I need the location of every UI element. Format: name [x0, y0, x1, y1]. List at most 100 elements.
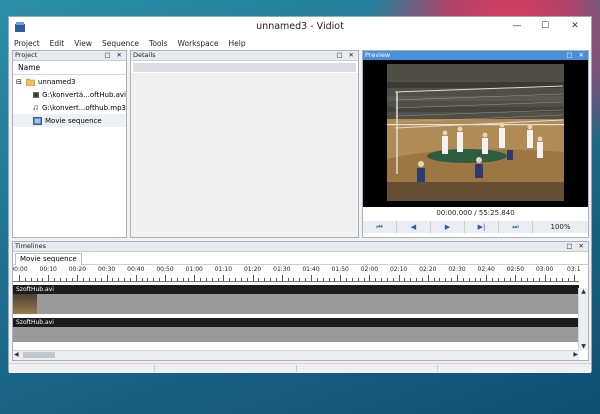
play-button[interactable]: ▶	[431, 221, 465, 233]
preview-panel-title: Preview	[365, 51, 391, 59]
menu-workspace[interactable]: Workspace	[173, 37, 224, 50]
step-forward-icon: ▶|	[477, 223, 486, 231]
step-back-icon: ◀	[410, 223, 417, 231]
video-frame	[387, 64, 564, 201]
tree-item-sequence[interactable]: Movie sequence	[13, 114, 126, 127]
menu-help[interactable]: Help	[224, 37, 251, 50]
timeline-horizontal-scrollbar[interactable]: ◀ ▶	[13, 350, 579, 360]
ruler-minor-tick	[170, 278, 172, 281]
timelines-panel-buttons[interactable]: □ ✕	[566, 242, 586, 251]
tab-movie-sequence[interactable]: Movie sequence	[15, 253, 82, 265]
ruler-major-tick	[311, 275, 312, 281]
ruler-label: 02:30	[448, 266, 466, 273]
ruler-label: 00:10	[39, 266, 57, 273]
collapse-icon[interactable]: ⊟	[16, 78, 26, 86]
scroll-up-icon[interactable]: ▲	[579, 288, 588, 295]
sequence-icon	[33, 116, 42, 125]
ruler-minor-tick	[71, 278, 73, 281]
ruler-label: 01:50	[331, 266, 349, 273]
ruler-minor-tick	[205, 278, 207, 281]
menu-edit[interactable]: Edit	[45, 37, 70, 50]
next-frame-button[interactable]: ▶|	[465, 221, 499, 233]
ruler-minor-tick	[141, 278, 143, 281]
timeline-vertical-scrollbar[interactable]: ▲ ▼	[578, 288, 588, 350]
ruler-minor-tick	[188, 278, 190, 281]
film-icon	[33, 91, 40, 98]
ruler-label: 02:20	[419, 266, 437, 273]
ruler-major-tick	[77, 275, 79, 281]
ruler-minor-tick	[509, 278, 511, 281]
video-clip-thumbnail	[13, 294, 37, 314]
video-canvas[interactable]	[363, 60, 588, 207]
details-panel-buttons[interactable]: □ ✕	[336, 51, 356, 60]
ruler-minor-tick	[532, 278, 534, 281]
ruler-label: 03:1	[567, 266, 581, 273]
ruler-minor-tick	[346, 278, 348, 281]
tree-item-label: G:\konvert...ofthub.mp3	[41, 103, 126, 112]
scroll-right-icon[interactable]: ▶	[573, 351, 578, 358]
ruler-major-tick	[457, 275, 458, 281]
scrollbar-thumb[interactable]	[23, 352, 55, 358]
ruler-minor-tick	[270, 278, 272, 281]
go-to-start-button[interactable]: ⏮	[363, 221, 397, 233]
tree-root-label: unnamed3	[38, 77, 76, 86]
ruler-minor-tick	[462, 278, 464, 281]
title-bar: unnamed3 - Vidiot — ☐ ✕	[9, 17, 591, 37]
app-window: unnamed3 - Vidiot — ☐ ✕ Project Edit Vie…	[8, 16, 592, 373]
ruler-minor-tick	[410, 278, 412, 281]
ruler-label: 01:20	[243, 266, 262, 273]
ruler-label: 02:40	[477, 266, 495, 273]
ruler-minor-tick	[182, 278, 184, 281]
preview-panel-buttons[interactable]: □ ✕	[566, 51, 586, 60]
ruler-label: 01:30	[273, 266, 291, 273]
timeline-ruler[interactable]: 00:00 00:10 00:20 00:30 00:40 00:50 01:00 01:10…	[13, 265, 581, 282]
ruler-minor-tick	[416, 278, 418, 281]
ruler-minor-tick	[567, 278, 569, 281]
ruler-minor-tick	[36, 278, 38, 281]
ruler-label: 01:00	[185, 266, 203, 273]
ruler-major-tick	[369, 275, 371, 281]
video-track[interactable]: SzoftHub.avi	[13, 285, 579, 314]
maximize-button[interactable]: ☐	[531, 17, 559, 35]
ruler-minor-tick	[392, 278, 394, 281]
scroll-down-icon[interactable]: ▼	[579, 343, 588, 350]
ruler-minor-tick	[363, 278, 365, 281]
menu-project[interactable]: Project	[9, 37, 45, 50]
ruler-minor-tick	[386, 278, 388, 281]
project-panel-buttons[interactable]: □ ✕	[104, 51, 124, 60]
ruler-major-tick	[19, 275, 20, 281]
minimize-button[interactable]: —	[503, 17, 531, 35]
scroll-left-icon[interactable]: ◀	[14, 351, 19, 358]
audio-clip[interactable]	[13, 327, 579, 342]
tree-root-item[interactable]: ⊟ unnamed3	[13, 75, 126, 88]
tree-item-avi[interactable]: G:\konvertá...oftHub.avi	[13, 88, 126, 101]
ruler-minor-tick	[334, 278, 336, 281]
ruler-minor-tick	[24, 278, 26, 281]
transport-controls: ⏮ ◀ ▶ ▶| ⏭ 100%	[363, 221, 588, 233]
ruler-minor-tick	[176, 278, 178, 281]
ruler-minor-tick	[235, 278, 237, 281]
ruler-minor-tick	[275, 278, 277, 281]
details-panel-header: Details □ ✕	[131, 51, 358, 61]
previous-frame-button[interactable]: ◀	[397, 221, 431, 233]
ruler-minor-tick	[211, 278, 213, 281]
volleyball-scene-image	[387, 64, 564, 201]
close-button[interactable]: ✕	[559, 17, 591, 35]
name-column-header[interactable]: Name	[13, 61, 126, 75]
status-separator	[437, 365, 438, 372]
ruler-minor-tick	[246, 278, 248, 281]
go-to-end-button[interactable]: ⏭	[499, 221, 533, 233]
tree-item-mp3[interactable]: G:\konvert...ofthub.mp3	[13, 101, 126, 114]
ruler-minor-tick	[433, 278, 435, 281]
menu-sequence[interactable]: Sequence	[97, 37, 144, 50]
video-clip[interactable]	[13, 294, 579, 314]
ruler-major-tick	[165, 275, 166, 281]
zoom-select[interactable]: 100%	[533, 221, 588, 233]
audio-track[interactable]: SzoftHub.avi	[13, 318, 579, 342]
ruler-minor-tick	[305, 278, 307, 281]
menu-view[interactable]: View	[69, 37, 97, 50]
menu-tools[interactable]: Tools	[144, 37, 172, 50]
ruler-minor-tick	[527, 278, 529, 281]
ruler-major-tick	[223, 275, 225, 281]
timelines-panel-header: Timelines □ ✕	[13, 242, 588, 252]
